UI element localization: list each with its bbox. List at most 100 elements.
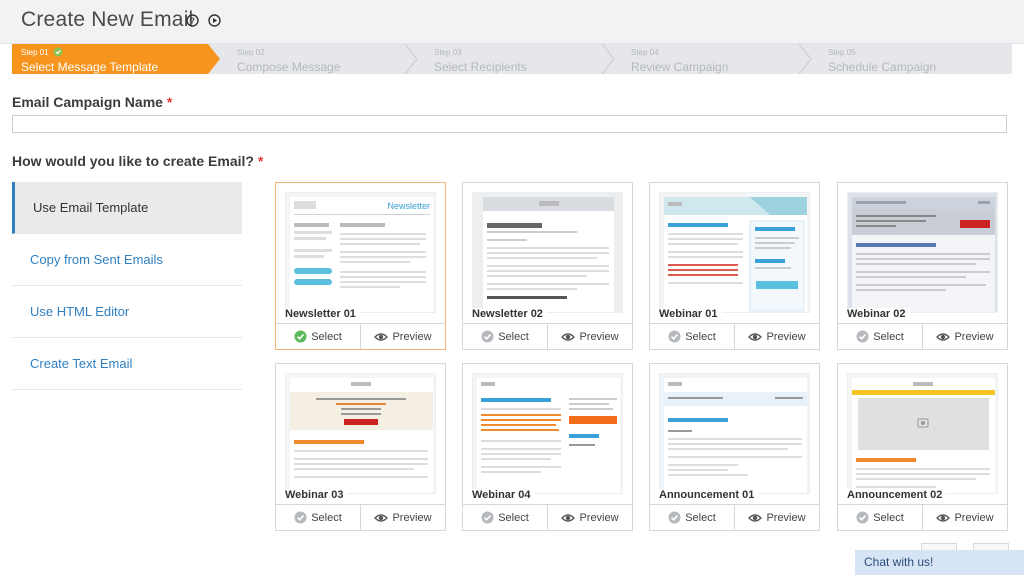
step-number: Step 03 (434, 48, 462, 57)
preview-label: Preview (766, 511, 806, 524)
help-icon[interactable]: ? (186, 14, 199, 27)
preview-label: Preview (954, 511, 994, 524)
template-card[interactable]: Webinar 01 Select Preview (649, 182, 820, 350)
template-card[interactable]: Webinar 04 Select Preview (462, 363, 633, 531)
preview-template-button[interactable]: Preview (360, 505, 445, 530)
step-number: Step 01 (21, 48, 49, 57)
check-circle-icon (668, 330, 681, 343)
eye-icon (561, 513, 576, 523)
eye-icon (936, 332, 951, 342)
template-name: Webinar 03 (285, 489, 348, 501)
step-name: Select Message Template (21, 60, 159, 74)
option-html-editor[interactable]: Use HTML Editor (12, 286, 242, 338)
template-name: Webinar 01 (659, 308, 722, 320)
svg-text:Newsletter: Newsletter (387, 201, 430, 211)
step-schedule-campaign[interactable]: Step 05 Schedule Campaign (800, 44, 1010, 74)
template-card[interactable]: Webinar 02 Select Preview (837, 182, 1008, 350)
template-thumbnail[interactable] (847, 192, 998, 313)
template-thumbnail[interactable]: Newsletter (285, 192, 436, 313)
step-number: Step 02 (237, 48, 265, 57)
check-circle-icon (481, 330, 494, 343)
check-circle-icon (481, 511, 494, 524)
template-thumbnail[interactable] (659, 192, 810, 313)
step-name: Compose Message (237, 60, 341, 74)
create-method-nav: Use Email Template Copy from Sent Emails… (12, 182, 242, 390)
wizard-steps: Step 01 Select Message Template Step 02 … (12, 44, 1012, 74)
select-template-button[interactable]: Select (463, 505, 547, 530)
select-template-button[interactable]: Select (276, 324, 360, 349)
select-template-button[interactable]: Select (276, 505, 360, 530)
play-video-icon[interactable] (208, 14, 221, 27)
template-card[interactable]: Announcement 02 Select Preview (837, 363, 1008, 531)
select-label: Select (311, 330, 342, 343)
step-select-template[interactable]: Step 01 Select Message Template (12, 44, 222, 74)
select-label: Select (311, 511, 342, 524)
template-thumbnail[interactable] (847, 373, 998, 494)
step-name: Review Campaign (631, 60, 729, 74)
campaign-name-input[interactable] (12, 115, 1007, 133)
template-card[interactable]: Newsletter 02 Select Preview (462, 182, 633, 350)
select-template-button[interactable]: Select (650, 505, 734, 530)
chat-button[interactable]: Chat with us! (855, 550, 1024, 575)
template-thumbnail[interactable] (285, 373, 436, 494)
template-card[interactable]: Webinar 03 Select Preview (275, 363, 446, 531)
select-template-button[interactable]: Select (838, 324, 922, 349)
preview-template-button[interactable]: Preview (922, 324, 1007, 349)
preview-label: Preview (766, 330, 806, 343)
select-template-button[interactable]: Select (838, 505, 922, 530)
eye-icon (936, 513, 951, 523)
template-name: Announcement 01 (659, 489, 759, 501)
step-compose-message[interactable]: Step 02 Compose Message (209, 44, 419, 74)
required-mark: * (257, 153, 264, 169)
eye-icon (748, 513, 763, 523)
option-text-email[interactable]: Create Text Email (12, 338, 242, 390)
svg-text:?: ? (190, 17, 195, 26)
template-name: Announcement 02 (847, 489, 947, 501)
preview-template-button[interactable]: Preview (922, 505, 1007, 530)
step-number: Step 04 (631, 48, 659, 57)
preview-template-button[interactable]: Preview (547, 505, 632, 530)
select-template-button[interactable]: Select (463, 324, 547, 349)
select-label: Select (498, 330, 529, 343)
option-copy-from-sent[interactable]: Copy from Sent Emails (12, 234, 242, 286)
select-template-button[interactable]: Select (650, 324, 734, 349)
template-thumbnail[interactable] (472, 192, 623, 313)
page-header: Create New Email ? (0, 0, 1024, 44)
check-circle-icon (856, 330, 869, 343)
select-label: Select (498, 511, 529, 524)
check-circle-icon (856, 511, 869, 524)
page-title: Create New Email (21, 8, 194, 31)
check-circle-icon (668, 511, 681, 524)
create-method-label: How would you like to create Email? * (12, 153, 264, 169)
template-name: Newsletter 02 (472, 308, 547, 320)
preview-label: Preview (954, 330, 994, 343)
template-card[interactable]: Newsletter Newsletter 01 Select Preview (275, 182, 446, 350)
select-label: Select (873, 330, 904, 343)
template-card[interactable]: Announcement 01 Select Preview (649, 363, 820, 531)
select-label: Select (873, 511, 904, 524)
template-thumbnail[interactable] (659, 373, 810, 494)
check-circle-icon (294, 511, 307, 524)
step-number: Step 05 (828, 48, 856, 57)
select-label: Select (685, 511, 716, 524)
preview-label: Preview (392, 330, 432, 343)
preview-template-button[interactable]: Preview (734, 324, 819, 349)
template-name: Webinar 02 (847, 308, 910, 320)
preview-template-button[interactable]: Preview (734, 505, 819, 530)
step-review-campaign[interactable]: Step 04 Review Campaign (603, 44, 813, 74)
eye-icon (374, 332, 389, 342)
eye-icon (374, 513, 389, 523)
preview-template-button[interactable]: Preview (360, 324, 445, 349)
option-use-email-template[interactable]: Use Email Template (12, 182, 242, 234)
preview-template-button[interactable]: Preview (547, 324, 632, 349)
eye-icon (561, 332, 576, 342)
step-select-recipients[interactable]: Step 03 Select Recipients (406, 44, 616, 74)
required-mark: * (166, 94, 173, 110)
select-label: Select (685, 330, 716, 343)
template-thumbnail[interactable] (472, 373, 623, 494)
check-circle-icon (294, 330, 307, 343)
preview-label: Preview (392, 511, 432, 524)
step-name: Select Recipients (434, 60, 527, 74)
preview-label: Preview (579, 511, 619, 524)
preview-label: Preview (579, 330, 619, 343)
